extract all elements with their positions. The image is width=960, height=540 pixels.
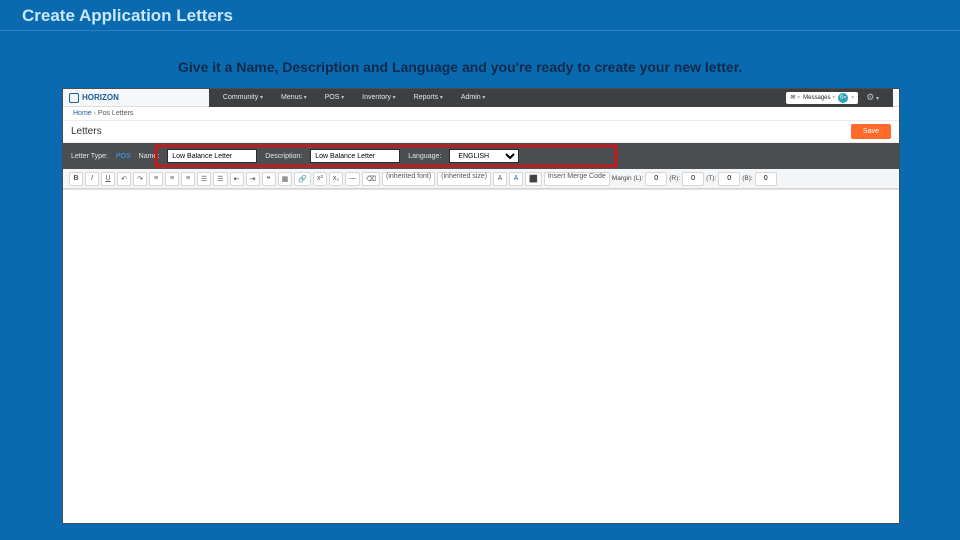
page-header: Letters Save (63, 120, 899, 143)
unordered-list-button[interactable]: ☰ (213, 172, 227, 186)
align-right-button[interactable]: ≡ (181, 172, 195, 186)
nav-menus[interactable]: Menus (281, 94, 307, 101)
main-nav: Community Menus POS Inventory Reports Ad… (209, 89, 893, 107)
table-button[interactable]: ▦ (278, 172, 293, 186)
superscript-button[interactable]: x² (313, 172, 327, 186)
brand-text: HORIZON (82, 93, 119, 102)
nav-community[interactable]: Community (223, 94, 263, 101)
letter-type-label: Letter Type: (71, 153, 108, 160)
letter-fields-bar: Letter Type: POS Name: Description: Lang… (63, 143, 899, 169)
indent-button[interactable]: ⇥ (246, 172, 260, 186)
envelope-icon: ✉ (790, 94, 800, 101)
merge-code-select[interactable]: Insert Merge Code (544, 172, 610, 186)
clear-format-button[interactable]: ⌫ (362, 172, 380, 186)
slide-subtitle: Give it a Name, Description and Language… (0, 31, 960, 85)
topbar: HORIZON Community Menus POS Inventory Re… (63, 89, 899, 107)
hr-button[interactable]: — (345, 172, 360, 186)
quote-button[interactable]: ❝ (262, 172, 276, 186)
text-color-button[interactable]: A (509, 172, 523, 186)
messages-label: Messages (803, 94, 835, 101)
margin-l-input[interactable] (645, 172, 667, 186)
font-family-select[interactable]: (inherited font) (382, 172, 435, 186)
gear-icon[interactable]: ⚙ (866, 92, 879, 103)
undo-button[interactable]: ↶ (117, 172, 131, 186)
editor-toolbar: B I U ↶ ↷ ≡ ≡ ≡ ☰ ☰ ⇤ ⇥ ❝ ▦ 🔗 x² x₂ — ⌫ … (63, 169, 899, 189)
margin-b-input[interactable] (755, 172, 777, 186)
margin-t-label: (T): (706, 175, 716, 182)
font-button[interactable]: A (493, 172, 507, 186)
redo-button[interactable]: ↷ (133, 172, 147, 186)
font-size-select[interactable]: (inherited size) (437, 172, 491, 186)
margin-b-label: (B): (742, 175, 752, 182)
nav-reports[interactable]: Reports (414, 94, 443, 101)
subscript-button[interactable]: x₂ (329, 172, 343, 186)
nav-inventory[interactable]: Inventory (362, 94, 395, 101)
nav-admin[interactable]: Admin (461, 94, 486, 101)
align-left-button[interactable]: ≡ (149, 172, 163, 186)
margin-l-label: Margin (L): (612, 175, 643, 182)
slide-title: Create Application Letters (0, 0, 960, 31)
save-button[interactable]: Save (851, 124, 891, 139)
ordered-list-button[interactable]: ☰ (197, 172, 211, 186)
underline-button[interactable]: U (101, 172, 115, 186)
name-label: Name: (139, 153, 160, 160)
italic-button[interactable]: I (85, 172, 99, 186)
crumb-home[interactable]: Home (73, 110, 92, 117)
language-label: Language: (408, 153, 441, 160)
name-input[interactable] (167, 149, 257, 163)
brand-logo: HORIZON (69, 93, 119, 103)
letter-type-value[interactable]: POS (116, 153, 131, 160)
outdent-button[interactable]: ⇤ (230, 172, 244, 186)
bg-color-button[interactable]: ⬛ (525, 172, 542, 186)
description-input[interactable] (310, 149, 400, 163)
margin-t-input[interactable] (718, 172, 740, 186)
link-button[interactable]: 🔗 (294, 172, 311, 186)
description-label: Description: (265, 153, 302, 160)
page-title: Letters (71, 126, 102, 137)
bold-button[interactable]: B (69, 172, 83, 186)
language-select[interactable]: ENGLISH (449, 149, 519, 163)
messages-count: 0 (838, 93, 848, 103)
margin-r-input[interactable] (682, 172, 704, 186)
margin-r-label: (R): (669, 175, 680, 182)
nav-pos[interactable]: POS (325, 94, 344, 101)
crumb-current: Pos Letters (98, 110, 133, 117)
messages-button[interactable]: ✉ Messages 0 (786, 92, 858, 104)
logo-icon (69, 93, 79, 103)
breadcrumb: Home › Pos Letters (63, 107, 899, 120)
app-screenshot: HORIZON Community Menus POS Inventory Re… (62, 88, 900, 524)
align-center-button[interactable]: ≡ (165, 172, 179, 186)
editor-canvas[interactable] (63, 189, 899, 523)
